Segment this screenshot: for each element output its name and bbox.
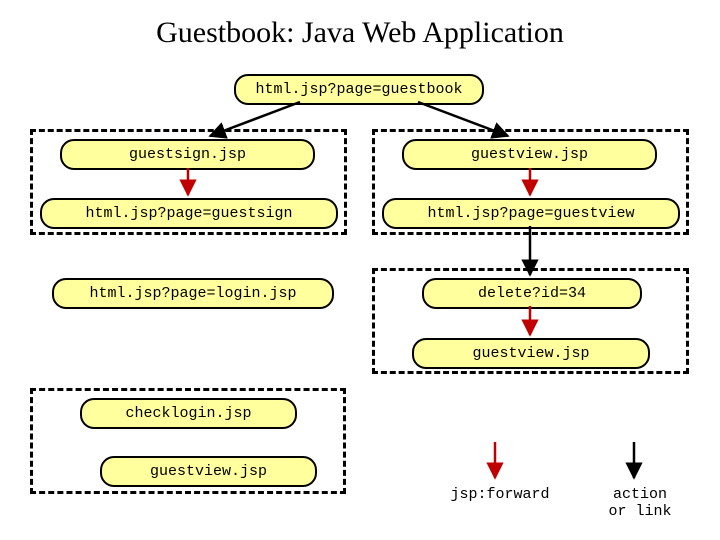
node-delete: delete?id=34: [422, 278, 642, 309]
node-guestview-top: guestview.jsp: [402, 139, 657, 170]
legend-forward-label: jsp:forward: [440, 486, 560, 503]
page-title: Guestbook: Java Web Application: [0, 16, 720, 50]
node-html-guestbook: html.jsp?page=guestbook: [234, 74, 484, 105]
node-guestview-bottom: guestview.jsp: [100, 456, 317, 487]
node-guestsign: guestsign.jsp: [60, 139, 315, 170]
node-page-guestsign: html.jsp?page=guestsign: [40, 198, 338, 229]
node-guestview-after-delete: guestview.jsp: [412, 338, 650, 369]
node-checklogin: checklogin.jsp: [80, 398, 297, 429]
diagram-stage: Guestbook: Java Web Application html.jsp…: [0, 0, 720, 540]
node-page-guestview: html.jsp?page=guestview: [382, 198, 680, 229]
node-page-login: html.jsp?page=login.jsp: [52, 278, 334, 309]
legend-action-label: action or link: [590, 486, 690, 520]
